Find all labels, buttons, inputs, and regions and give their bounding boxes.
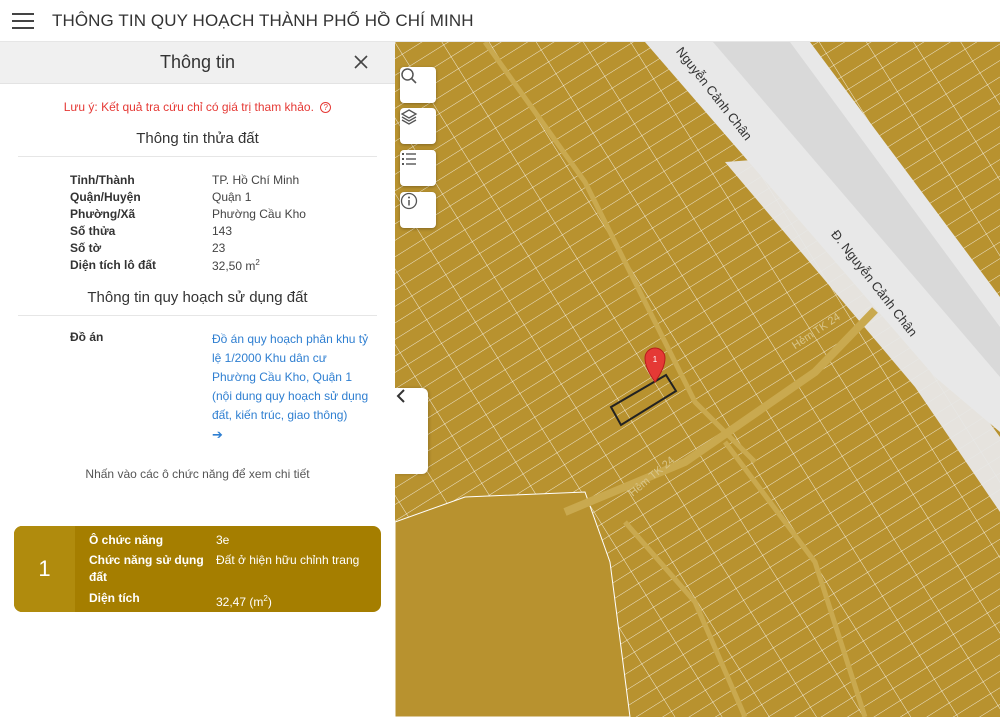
parcel-number-label: Số thửa [70,224,116,238]
cell-area-value: 32,47 (m2) [216,593,272,609]
cell-label: Ô chức năng [89,533,164,547]
ward-label: Phường/Xã [70,207,136,221]
help-icon[interactable]: ? [320,102,332,114]
cell-value: 3e [216,533,230,547]
collapse-panel-button[interactable] [395,388,428,474]
planning-map[interactable]: 1 Nguyễn Cảnh Chân Đ. Nguyễn Cảnh Chân H… [395,42,1000,717]
land-area-value: 32,50 m2 [212,258,260,273]
land-section-title: Thông tin thửa đất [18,114,377,157]
panel-header: Thông tin [0,42,395,84]
panel-title: Thông tin [159,52,236,72]
land-area-label: Diện tích lô đất [70,258,157,272]
sheet-number-value: 23 [212,241,226,255]
province-label: Tỉnh/Thành [70,173,135,187]
chevron-left-icon [396,389,405,403]
info-panel: Thông tin Lưu ý: Kết quả tra cứu chỉ có … [0,42,395,717]
province-value: TP. Hồ Chí Minh [212,173,300,187]
list-icon [402,153,416,165]
function-cell-index: 1 [14,526,75,612]
function-cell-details: Ô chức năng 3e Chức năng sử dụng đất Đất… [75,526,381,612]
app-title: THÔNG TIN QUY HOẠCH THÀNH PHỐ HỒ CHÍ MIN… [52,10,474,30]
plan-label: Đồ án [70,330,104,344]
parcel-number-value: 143 [212,224,233,238]
disclaimer-text: Lưu ý: Kết quả tra cứu chỉ có giá trị th… [63,100,314,114]
legend-tool-button[interactable] [400,150,436,186]
land-info-list: Tỉnh/Thành TP. Hồ Chí Minh Quận/Huyện Qu… [0,173,395,273]
plan-section-title: Thông tin quy hoạch sử dụng đất [18,273,377,316]
vacant-lot [395,491,631,717]
plan-link[interactable]: Đồ án quy hoạch phân khu tỷ lệ 1/2000 Kh… [212,330,369,425]
land-use-value: Đất ở hiện hữu chỉnh trang [216,553,360,568]
top-header: THÔNG TIN QUY HOẠCH THÀNH PHỐ HỒ CHÍ MIN… [0,0,1000,42]
land-use-label: Chức năng sử dụng đất [89,553,204,585]
info-tool-button[interactable] [400,192,436,228]
hint-text: Nhấn vào các ô chức năng để xem chi tiết [85,467,310,481]
layers-tool-button[interactable] [400,108,436,144]
close-icon[interactable] [351,52,371,72]
layers-icon [400,109,418,125]
search-icon [401,68,417,84]
district-value: Quận 1 [212,190,252,204]
info-icon [400,192,418,210]
arrow-right-icon[interactable]: ➔ [212,425,369,445]
function-cell-card[interactable]: 1 Ô chức năng 3e Chức năng sử dụng đất Đ… [14,526,381,612]
plan-row: Đồ án Đồ án quy hoạch phân khu tỷ lệ 1/2… [0,330,395,445]
map-canvas[interactable]: 1 [395,42,1000,717]
disclaimer-note: Lưu ý: Kết quả tra cứu chỉ có giá trị th… [0,100,395,114]
search-tool-button[interactable] [400,67,436,103]
ward-value: Phường Cầu Kho [212,207,306,221]
marker-label: 1 [653,355,658,364]
cell-area-label: Diện tích [89,590,140,605]
hamburger-icon[interactable] [12,12,34,29]
district-label: Quận/Huyện [70,190,141,204]
sheet-number-label: Số tờ [70,241,102,255]
